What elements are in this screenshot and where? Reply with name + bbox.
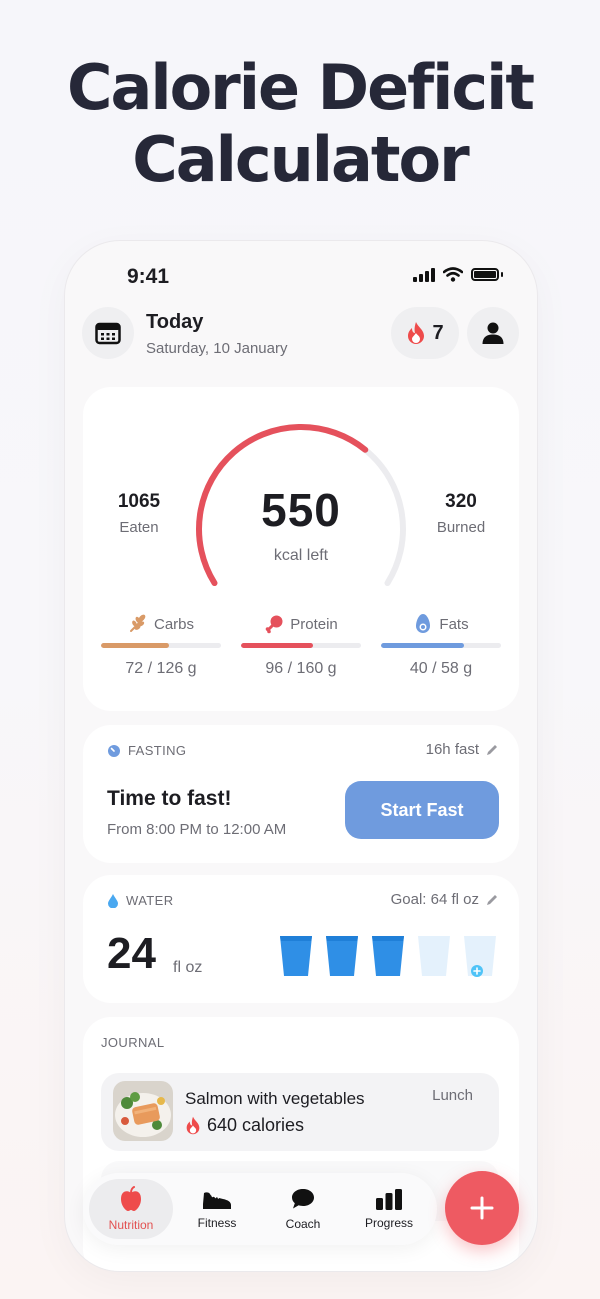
fats-progress-fill — [381, 643, 464, 648]
drumstick-icon — [265, 615, 283, 634]
bar-chart-icon — [376, 1189, 402, 1210]
carbs-progress-fill — [101, 643, 170, 648]
timer-icon — [108, 744, 120, 757]
plus-icon — [470, 1196, 494, 1220]
page-title: Today — [146, 311, 204, 333]
avocado-icon — [416, 614, 431, 633]
journal-entry[interactable]: Salmon with vegetables 640 calories Lunc… — [101, 1073, 499, 1151]
bottom-tab-bar: Nutrition Fitness Coach Progress — [83, 1173, 437, 1245]
flame-icon — [408, 322, 425, 344]
journal-section-label: JOURNAL — [101, 1035, 164, 1050]
tab-label: Progress — [364, 1216, 414, 1230]
page-headline: Calorie Deficit Calculator — [0, 52, 600, 196]
battery-tip — [501, 272, 503, 277]
streak-badge[interactable]: 7 — [391, 307, 459, 359]
phone-frame: 9:41 Today Saturday, 10 January 7 1065 E… — [64, 240, 538, 1272]
fasting-title: Time to fast! — [107, 787, 232, 810]
fasting-section-label: FASTING — [107, 743, 186, 758]
pencil-icon — [487, 894, 497, 905]
water-goal-text: Goal: 64 fl oz — [390, 891, 479, 908]
kcal-left-label: kcal left — [273, 547, 329, 564]
macro-fats: Fats 40 / 58 g — [381, 613, 501, 678]
headline-line-1: Calorie Deficit — [66, 51, 535, 124]
protein-progress-fill — [241, 643, 313, 648]
eaten-value: 1065 — [117, 491, 161, 512]
fasting-plan[interactable]: 16h fast — [426, 741, 499, 758]
macro-name: Fats — [439, 615, 469, 633]
sneaker-icon — [203, 1192, 231, 1209]
meal-type: Lunch — [432, 1087, 473, 1104]
water-section-label: WATER — [107, 893, 174, 908]
water-card: WATER Goal: 64 fl oz 24 fl oz — [83, 875, 519, 1003]
wifi-icon — [443, 267, 463, 282]
current-date: Saturday, 10 January — [146, 340, 288, 357]
fasting-card: FASTING 16h fast Time to fast! From 8:00… — [83, 725, 519, 863]
headline-line-2: Calculator — [132, 123, 469, 196]
status-time: 9:41 — [127, 265, 170, 288]
wheat-icon — [129, 614, 146, 632]
battery-icon — [471, 268, 499, 281]
meal-photo — [113, 1081, 173, 1141]
macro-value: 96 / 160 g — [265, 660, 337, 677]
water-unit: fl oz — [173, 959, 203, 976]
macro-carbs: Carbs 72 / 126 g — [101, 613, 221, 678]
start-fast-button[interactable]: Start Fast — [345, 781, 499, 839]
flame-icon — [186, 1116, 200, 1135]
tab-label: Fitness — [197, 1216, 237, 1230]
burned-value: 320 — [445, 491, 477, 512]
macro-value: 40 / 58 g — [409, 660, 473, 677]
calorie-summary-card: 1065 Eaten 550 kcal left 320 Burned Carb… — [83, 387, 519, 711]
carbs-progress-bar — [101, 643, 221, 648]
journal-label-text: JOURNAL — [101, 1035, 165, 1050]
tab-nutrition[interactable]: Nutrition — [89, 1179, 173, 1239]
water-drop-icon — [108, 894, 118, 908]
macro-value: 72 / 126 g — [125, 660, 197, 677]
protein-progress-bar — [241, 643, 361, 648]
eaten-label: Eaten — [119, 519, 159, 536]
tab-label: Coach — [285, 1217, 321, 1231]
meal-calories-text: 640 calories — [207, 1115, 305, 1135]
water-label-text: WATER — [126, 893, 174, 908]
streak-count: 7 — [432, 321, 444, 344]
water-glass-empty[interactable] — [463, 935, 497, 977]
tab-label: Nutrition — [108, 1218, 154, 1232]
tab-fitness[interactable]: Fitness — [175, 1179, 259, 1239]
tab-coach[interactable]: Coach — [261, 1179, 345, 1239]
pencil-icon — [487, 744, 497, 755]
macro-name: Carbs — [153, 615, 194, 633]
water-amount: 24 — [107, 929, 156, 978]
status-icons — [413, 267, 503, 282]
water-glass-filled[interactable] — [279, 935, 313, 977]
apple-icon — [121, 1186, 141, 1211]
chat-icon — [292, 1189, 314, 1209]
tab-progress[interactable]: Progress — [347, 1179, 431, 1239]
water-glass-filled[interactable] — [325, 935, 359, 977]
kcal-left-value: 550 — [261, 484, 341, 536]
fats-progress-bar — [381, 643, 501, 648]
water-glass-empty[interactable] — [417, 935, 451, 977]
fasting-label-text: FASTING — [128, 743, 187, 758]
calendar-icon — [95, 322, 121, 345]
user-icon — [482, 322, 504, 344]
meal-calories: 640 calories — [185, 1115, 304, 1136]
cellular-signal-icon — [413, 267, 435, 282]
water-goal[interactable]: Goal: 64 fl oz — [391, 891, 499, 908]
macro-protein: Protein 96 / 160 g — [241, 613, 361, 678]
fasting-window: From 8:00 PM to 12:00 AM — [107, 821, 287, 838]
fasting-plan-text: 16h fast — [425, 741, 479, 758]
calendar-button[interactable] — [82, 307, 134, 359]
meal-name: Salmon with vegetables — [185, 1089, 365, 1108]
add-entry-button[interactable] — [445, 1171, 519, 1245]
burned-label: Burned — [436, 519, 486, 536]
profile-button[interactable] — [467, 307, 519, 359]
macro-name: Protein — [290, 615, 338, 633]
water-glass-filled[interactable] — [371, 935, 405, 977]
